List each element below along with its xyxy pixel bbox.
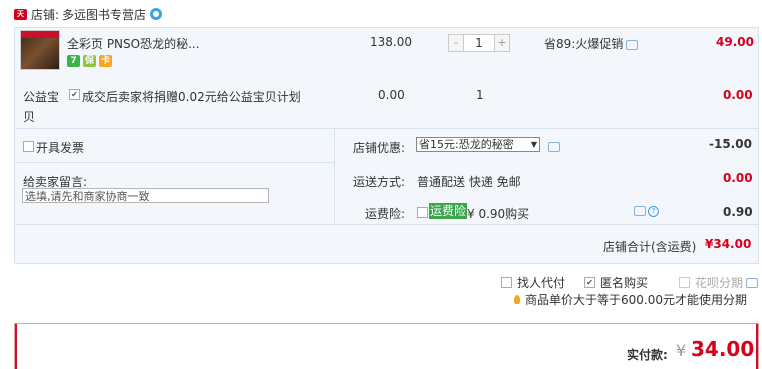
qty-input[interactable]: 1	[464, 34, 494, 52]
shop-discount-selected: 省15元:恐龙的秘密	[419, 138, 514, 151]
item-promo: 省89:火爆促销	[544, 35, 639, 52]
proxy-pay-label: 找人代付	[517, 276, 566, 290]
shop-total-label: 店铺合计(含运费)	[603, 240, 697, 254]
divider	[14, 128, 759, 129]
tmall-icon: 天猫	[14, 8, 27, 29]
payment-amount: 34.00	[691, 337, 755, 361]
shop-discount-select[interactable]: 省15元:恐龙的秘密 ▼	[416, 137, 540, 152]
proxy-pay-checkbox[interactable]	[501, 277, 512, 288]
huabei-label: 花呗分期	[695, 276, 744, 290]
seven-day-return-icon[interactable]: 7	[67, 55, 80, 67]
quantity-stepper: - 1 +	[448, 34, 510, 52]
divider	[14, 162, 334, 163]
anonymous-label: 匿名购买	[600, 276, 649, 290]
huabei-checkbox[interactable]	[679, 277, 690, 288]
discount-info-icon[interactable]	[548, 142, 560, 152]
shop-name-link[interactable]: 多远图书专营店	[62, 6, 146, 23]
insurance-tag: 运费险	[429, 203, 468, 219]
qty-decrease-button[interactable]: -	[448, 34, 464, 52]
anonymous-option[interactable]: ✔ 匿名购买	[584, 274, 648, 291]
wangwang-chat-icon[interactable]	[150, 8, 163, 20]
shop-discount-value: -15.00	[709, 137, 752, 151]
promo-text: 省89:火爆促销	[544, 37, 624, 51]
payment-currency: ¥	[676, 341, 687, 360]
item-thumbnail[interactable]	[20, 30, 60, 70]
insurance-price-text: ¥ 0.90购买	[467, 207, 530, 221]
item-subtotal: 49.00	[716, 35, 754, 49]
qty-increase-button[interactable]: +	[494, 34, 510, 52]
proxy-pay-option[interactable]: 找人代付	[501, 274, 565, 291]
shop-discount-label: 店铺优惠:	[353, 141, 406, 155]
promo-info-icon[interactable]	[626, 39, 639, 50]
credit-card-icon[interactable]: 卡	[99, 55, 112, 67]
guarantee-icon[interactable]: 保	[83, 55, 96, 67]
lightbulb-icon	[514, 295, 520, 304]
insurance-icons: ?	[634, 206, 659, 217]
shipping-label: 运送方式:	[353, 175, 406, 189]
help-icon[interactable]: ?	[648, 206, 659, 217]
shipping-method: 普通配送 快递 免邮	[417, 175, 521, 189]
huabei-info-icon[interactable]	[746, 277, 759, 288]
dropdown-arrow-icon: ▼	[530, 140, 537, 149]
shipping-price: 0.00	[723, 171, 753, 185]
invoice-label: 开具发票	[36, 141, 85, 155]
huabei-option[interactable]: 花呗分期	[679, 274, 759, 291]
insurance-checkbox[interactable]	[417, 207, 428, 218]
charity-subtotal: 0.00	[723, 88, 753, 102]
insurance-label: 运费险:	[365, 207, 406, 221]
invoice-checkbox[interactable]	[23, 141, 34, 152]
charity-label: 公益宝贝	[23, 90, 60, 124]
insurance-chat-icon[interactable]	[634, 206, 646, 216]
huabei-note: 商品单价大于等于600.00元才能使用分期	[514, 291, 747, 308]
divider	[334, 129, 335, 224]
item-service-badges: 7 保 卡	[67, 55, 112, 67]
divider	[14, 224, 759, 225]
charity-price: 0.00	[378, 88, 405, 102]
charity-text: 成交后卖家将捐赠0.02元给公益宝贝计划	[82, 90, 301, 104]
seller-message-input[interactable]: 选填,请先和商家协商一致	[22, 188, 269, 203]
item-unit-price: 138.00	[370, 35, 412, 49]
anonymous-checkbox[interactable]: ✔	[584, 277, 595, 288]
charity-qty: 1	[476, 88, 484, 102]
item-title-link[interactable]: 全彩页 PNSO恐龙的秘...	[67, 35, 200, 52]
payment-label: 实付款:	[627, 348, 668, 362]
huabei-note-text: 商品单价大于等于600.00元才能使用分期	[525, 293, 747, 307]
shop-total-value: ¥34.00	[705, 237, 752, 251]
insurance-value: 0.90	[723, 205, 753, 219]
shop-header: 天猫 店铺: 多远图书专营店	[14, 4, 163, 29]
charity-checkbox[interactable]: ✔	[69, 89, 80, 100]
shop-label: 店铺:	[31, 7, 60, 22]
